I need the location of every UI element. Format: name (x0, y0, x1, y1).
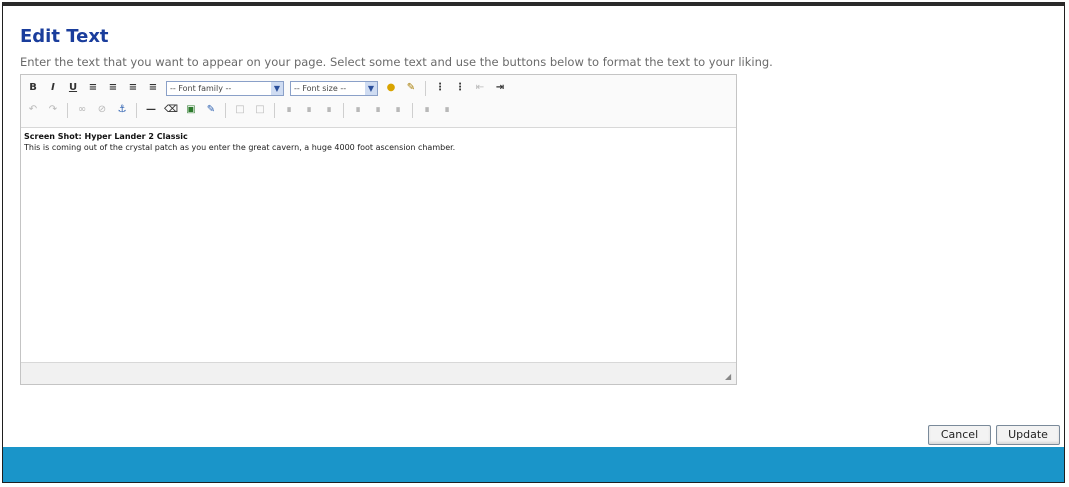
align-justify-icon[interactable]: ≡ (146, 81, 160, 95)
content-body: This is coming out of the crystal patch … (24, 143, 456, 152)
link-icon[interactable]: ∞ (75, 103, 89, 117)
toolbar-separator (425, 80, 426, 96)
toolbar-separator (136, 102, 137, 118)
align-center-icon[interactable]: ≡ (106, 81, 120, 95)
font-size-label: -- Font size -- (294, 83, 347, 93)
bullet-list-icon[interactable]: ⋮ (433, 81, 447, 95)
superscript-icon[interactable]: □ (253, 103, 267, 117)
code-icon[interactable]: ✎ (204, 103, 218, 117)
unlink-icon[interactable]: ⊘ (95, 103, 109, 117)
editor-content-area[interactable]: Screen Shot: Hyper Lander 2 Classic This… (21, 127, 736, 363)
insert-row-icon[interactable]: ∎ (351, 103, 365, 117)
outdent-icon[interactable]: ⇤ (473, 81, 487, 95)
editor-toolbar-row-1: B I U ≡ ≡ ≡ ≡ -- Font family -- ▼ -- Fon… (23, 78, 510, 98)
dialog-title: Edit Text (20, 26, 109, 47)
italic-button[interactable]: I (46, 81, 60, 95)
font-size-select[interactable]: -- Font size -- ▼ (290, 80, 378, 96)
update-button[interactable]: Update (996, 425, 1060, 445)
align-right-icon[interactable]: ≡ (126, 81, 140, 95)
redo-icon[interactable]: ↷ (46, 103, 60, 117)
table-row-props-icon[interactable]: ∎ (302, 103, 316, 117)
highlight-icon[interactable]: ✎ (404, 81, 418, 95)
rich-text-editor: B I U ≡ ≡ ≡ ≡ -- Font family -- ▼ -- Fon… (20, 74, 737, 385)
toolbar-separator (412, 102, 413, 118)
subscript-icon[interactable]: □ (233, 103, 247, 117)
numbered-list-icon[interactable]: ⋮ (453, 81, 467, 95)
text-color-icon[interactable]: ● (384, 81, 398, 95)
table-icon[interactable]: ∎ (282, 103, 296, 117)
resize-grip-icon[interactable]: ◢ (725, 373, 733, 381)
underline-button[interactable]: U (66, 81, 80, 95)
undo-icon[interactable]: ↶ (26, 103, 40, 117)
toolbar-separator (67, 102, 68, 118)
editor-toolbar-row-2: ↶ ↷ ∞ ⊘ ⚓ — ⌫ ▣ ✎ □ □ ∎ ∎ ∎ ∎ ∎ ∎ ∎ ∎ (23, 100, 457, 120)
bold-button[interactable]: B (26, 81, 40, 95)
anchor-icon[interactable]: ⚓ (115, 103, 129, 117)
edit-text-dialog: Edit Text Enter the text that you want t… (2, 2, 1065, 483)
toolbar-separator (225, 102, 226, 118)
image-icon[interactable]: ▣ (184, 103, 198, 117)
cancel-button[interactable]: Cancel (928, 425, 991, 445)
chevron-down-icon: ▼ (271, 81, 283, 95)
align-left-icon[interactable]: ≡ (86, 81, 100, 95)
horizontal-rule-icon[interactable]: — (144, 103, 158, 117)
content-heading: Screen Shot: Hyper Lander 2 Classic (24, 132, 188, 141)
delete-row-icon[interactable]: ∎ (371, 103, 385, 117)
cleanup-icon[interactable]: ⌫ (164, 103, 178, 117)
chevron-down-icon: ▼ (365, 81, 377, 95)
indent-icon[interactable]: ⇥ (493, 81, 507, 95)
toolbar-separator (274, 102, 275, 118)
font-family-select[interactable]: -- Font family -- ▼ (166, 80, 284, 96)
instructions-text: Enter the text that you want to appear o… (20, 55, 773, 69)
font-family-label: -- Font family -- (170, 83, 232, 93)
table-cell-props-icon[interactable]: ∎ (322, 103, 336, 117)
toolbar-separator (343, 102, 344, 118)
merge-cells-icon[interactable]: ∎ (420, 103, 434, 117)
footer-bar (3, 447, 1064, 482)
split-cells-icon[interactable]: ∎ (440, 103, 454, 117)
insert-col-icon[interactable]: ∎ (391, 103, 405, 117)
editor-status-bar: ◢ (21, 363, 736, 384)
